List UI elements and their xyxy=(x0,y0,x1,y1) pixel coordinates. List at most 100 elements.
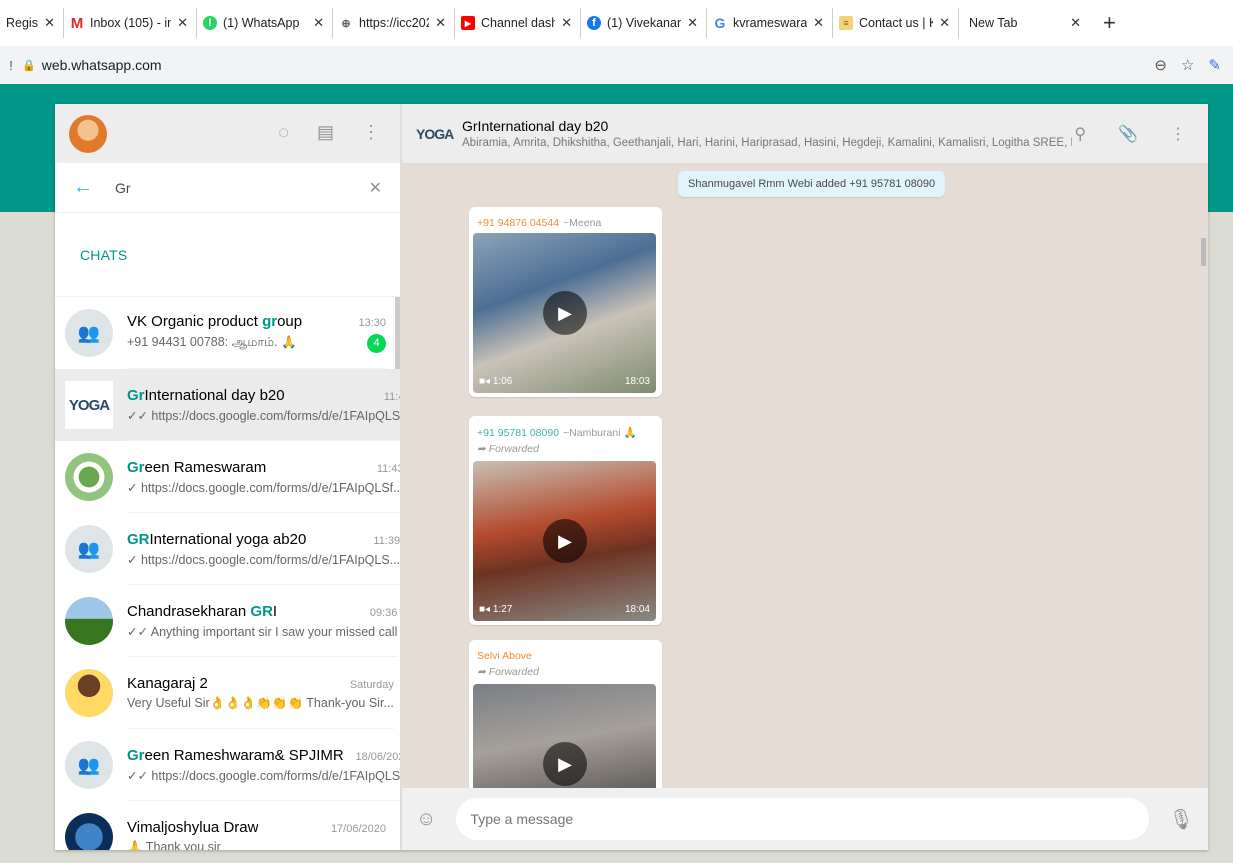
tab-close-icon[interactable]: ✕ xyxy=(813,15,824,31)
message-composer: ☺ 🎙 xyxy=(401,788,1208,850)
conversation-header[interactable]: YOGA GrInternational day b20 Abiramia, A… xyxy=(401,104,1208,163)
my-avatar[interactable] xyxy=(69,114,107,153)
tab-label: (1) Vivekanand xyxy=(607,16,681,30)
browser-tab[interactable]: f (1) Vivekanand ✕ xyxy=(581,8,707,38)
chat-item[interactable]: Chandrasekharan GRI 09:36 ✓✓ Anything im… xyxy=(55,585,400,657)
chat-time: 13:30 xyxy=(358,316,386,329)
browser-tab[interactable]: ▶ Channel dashb ✕ xyxy=(455,8,581,38)
message-sender[interactable]: +91 94876 04544 xyxy=(477,217,559,229)
yoga-avatar: YOGA xyxy=(65,381,113,429)
globe-icon: ⊕ xyxy=(341,17,351,30)
star-icon[interactable]: ☆ xyxy=(1181,56,1194,74)
new-chat-icon[interactable]: ▤ xyxy=(317,122,334,143)
chat-sidebar: ◌ ▤ ⋮ ← ✕ CHATS 👥 VK Organic product gro… xyxy=(55,104,401,850)
chat-name: Vimaljoshylua Draw xyxy=(127,818,259,836)
chat-item[interactable]: 👥 Green Rameshwaram& SPJIMR 18/06/2020 ✓… xyxy=(55,729,400,801)
contact-avatar xyxy=(65,597,113,645)
clear-search-icon[interactable]: ✕ xyxy=(369,178,382,198)
status-icon[interactable]: ◌ xyxy=(278,122,289,143)
conversation-scrollbar[interactable] xyxy=(1201,238,1206,266)
tab-close-icon[interactable]: ✕ xyxy=(313,15,324,31)
menu-icon[interactable]: ⋮ xyxy=(362,122,380,143)
address-bar: ! 🔒 web.whatsapp.com ⊖ ☆ ✎ xyxy=(0,46,1233,84)
chat-name: Kanagaraj 2 xyxy=(127,674,208,692)
browser-tab[interactable]: Regist ✕ xyxy=(0,8,64,38)
conversation-pane: YOGA GrInternational day b20 Abiramia, A… xyxy=(401,104,1208,850)
browser-tab-active[interactable]: ! (1) WhatsApp ✕ xyxy=(197,8,333,38)
url-field[interactable]: web.whatsapp.com xyxy=(42,57,162,73)
browser-tab[interactable]: M Inbox (105) - in ✕ xyxy=(64,8,197,38)
browser-tab-bar: Regist ✕ M Inbox (105) - in ✕ ! (1) WhatsApp… xyxy=(0,0,1233,46)
emoji-icon[interactable]: ☺ xyxy=(416,808,436,831)
message-sender[interactable]: +91 95781 08090 xyxy=(477,427,559,439)
play-icon[interactable]: ▶ xyxy=(543,742,587,786)
chat-time: 11:43 xyxy=(376,462,400,475)
chat-time: 11:43 xyxy=(383,390,400,403)
chat-item[interactable]: Vimaljoshylua Draw 17/06/2020 🙏 Thank yo… xyxy=(55,801,400,850)
message-bubble[interactable]: +91 94876 04544 ~Meena ▶ ■◂ 1:06 18:03 xyxy=(469,207,662,397)
search-input[interactable] xyxy=(115,179,369,196)
attach-icon[interactable]: 📎 xyxy=(1118,124,1138,144)
group-avatar-icon: 👥 xyxy=(65,525,113,573)
chat-item[interactable]: 👥 VK Organic product group 13:30 +91 944… xyxy=(55,297,400,369)
whatsapp-icon: ! xyxy=(203,16,217,30)
video-thumbnail[interactable]: ▶ ■◂ 1:27 18:04 xyxy=(473,461,656,621)
chat-time: 17/06/2020 xyxy=(330,822,386,835)
sender-alias: ~Meena xyxy=(563,217,602,229)
chat-item[interactable]: 👥 GRInternational yoga ab20 11:39 ✓ http… xyxy=(55,513,400,585)
tab-close-icon[interactable]: ✕ xyxy=(687,15,698,31)
browser-tab[interactable]: Gkvrameswaram ✕ xyxy=(707,8,833,38)
message-input[interactable] xyxy=(456,798,1149,840)
chat-item[interactable]: Kanagaraj 2 Saturday Very Useful Sir👌👌👌👏… xyxy=(55,657,400,729)
conversation-title: GrInternational day b20 xyxy=(462,118,609,134)
new-tab-icon[interactable]: + xyxy=(1103,10,1116,36)
contact-avatar xyxy=(65,669,113,717)
chat-item-selected[interactable]: YOGA GrInternational day b20 11:43 ✓✓ ht… xyxy=(55,369,400,441)
play-icon[interactable]: ▶ xyxy=(543,291,587,335)
chat-list: 👥 VK Organic product group 13:30 +91 944… xyxy=(55,297,400,850)
chat-name: Green Rameswaram xyxy=(127,458,267,476)
microphone-icon[interactable]: 🎙 xyxy=(1169,807,1194,832)
back-arrow-icon[interactable]: ← xyxy=(73,176,93,199)
video-duration: ■◂ 1:27 xyxy=(479,604,513,615)
play-icon[interactable]: ▶ xyxy=(543,519,587,563)
message-sender[interactable]: Selvi Above xyxy=(477,650,532,662)
reload-icon[interactable]: ! xyxy=(0,58,22,73)
extension-icon[interactable]: ✎ xyxy=(1208,56,1221,74)
group-avatar[interactable]: YOGA xyxy=(416,118,454,150)
chat-last-message: Very Useful Sir👌👌👌👏👏👏 Thank-you Sir... xyxy=(127,695,394,710)
browser-tab[interactable]: ⊕ https://icc2020 ✕ xyxy=(333,8,455,38)
tab-close-icon[interactable]: ✕ xyxy=(44,15,55,31)
video-thumbnail[interactable]: ▶ xyxy=(473,684,656,788)
contact-avatar xyxy=(65,453,113,501)
tab-label: https://icc2020 xyxy=(359,16,429,30)
chat-last-message: ✓✓ https://docs.google.com/forms/d/e/1FA… xyxy=(127,408,400,423)
message-bubble[interactable]: Selvi Above ➦ Forwarded ▶ xyxy=(469,640,662,788)
tab-close-icon[interactable]: ✕ xyxy=(435,15,446,31)
chat-last-message: ✓ https://docs.google.com/forms/d/e/1FAI… xyxy=(127,480,400,495)
menu-icon[interactable]: ⋮ xyxy=(1170,124,1186,144)
tab-label: Channel dashb xyxy=(481,16,555,30)
zoom-icon[interactable]: ⊖ xyxy=(1154,56,1167,74)
search-icon[interactable]: ⚲ xyxy=(1074,124,1086,144)
tab-close-icon[interactable]: ✕ xyxy=(1070,15,1081,31)
chat-last-message: 🙏 Thank you sir xyxy=(127,839,221,851)
tab-close-icon[interactable]: ✕ xyxy=(939,15,950,31)
tab-label: Regist xyxy=(6,16,39,30)
facebook-icon: f xyxy=(587,16,601,30)
browser-tab[interactable]: ≡ Contact us | KE ✕ xyxy=(833,8,959,38)
unread-badge: 4 xyxy=(367,333,386,353)
tab-close-icon[interactable]: ✕ xyxy=(177,15,188,31)
lock-icon[interactable]: 🔒 xyxy=(22,59,36,72)
browser-tab[interactable]: New Tab ✕ xyxy=(959,8,1089,38)
chat-item[interactable]: Green Rameswaram 11:43 ✓ https://docs.go… xyxy=(55,441,400,513)
group-avatar-icon: 👥 xyxy=(65,741,113,789)
chat-name: Chandrasekharan GRI xyxy=(127,602,278,620)
message-bubble[interactable]: +91 95781 08090 ~Namburani 🙏 ➦ Forwarded … xyxy=(469,416,662,625)
tab-label: (1) WhatsApp xyxy=(223,16,300,30)
chat-name: VK Organic product group xyxy=(127,312,303,330)
video-thumbnail[interactable]: ▶ ■◂ 1:06 18:03 xyxy=(473,233,656,393)
message-time: 18:04 xyxy=(624,604,650,615)
tab-close-icon[interactable]: ✕ xyxy=(561,15,572,31)
chat-time: 11:39 xyxy=(373,534,400,547)
